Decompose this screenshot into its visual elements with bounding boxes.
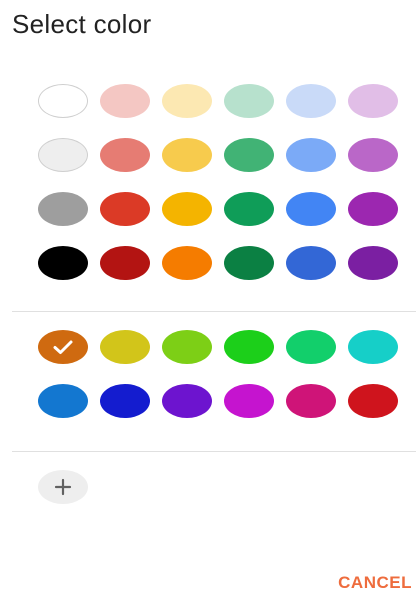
color-swatch[interactable] (162, 84, 212, 118)
select-color-dialog: Select color CANCEL (0, 0, 416, 594)
color-swatch[interactable] (348, 84, 398, 118)
plus-icon (54, 478, 72, 496)
color-swatch[interactable] (224, 84, 274, 118)
color-swatch[interactable] (224, 246, 274, 280)
color-swatch[interactable] (348, 192, 398, 226)
color-swatch[interactable] (162, 192, 212, 226)
dialog-title: Select color (12, 9, 152, 39)
color-swatch[interactable] (286, 84, 336, 118)
color-swatch[interactable] (224, 330, 274, 364)
color-swatch[interactable] (38, 246, 88, 280)
color-swatch[interactable] (162, 330, 212, 364)
color-swatch[interactable] (224, 192, 274, 226)
color-swatch[interactable] (224, 138, 274, 172)
color-swatch[interactable] (38, 192, 88, 226)
color-swatch[interactable] (286, 246, 336, 280)
color-swatch[interactable] (162, 246, 212, 280)
color-swatch[interactable] (38, 138, 88, 172)
color-swatch[interactable] (100, 384, 150, 418)
color-swatch[interactable] (286, 138, 336, 172)
custom-divider (12, 451, 416, 452)
color-swatch[interactable] (100, 246, 150, 280)
color-swatch[interactable] (348, 384, 398, 418)
color-swatch[interactable] (100, 330, 150, 364)
color-swatch-selected[interactable] (38, 330, 88, 364)
add-custom-color-button[interactable] (38, 470, 88, 504)
check-icon (38, 330, 88, 364)
custom-color-palette (38, 330, 402, 418)
color-swatch[interactable] (348, 330, 398, 364)
color-swatch[interactable] (348, 138, 398, 172)
color-swatch[interactable] (38, 84, 88, 118)
color-swatch[interactable] (286, 384, 336, 418)
color-swatch[interactable] (100, 192, 150, 226)
color-swatch[interactable] (162, 384, 212, 418)
color-swatch[interactable] (162, 138, 212, 172)
palette-divider (12, 311, 416, 312)
color-swatch[interactable] (286, 330, 336, 364)
cancel-button[interactable]: CANCEL (338, 572, 412, 594)
color-swatch[interactable] (100, 138, 150, 172)
color-swatch[interactable] (286, 192, 336, 226)
color-swatch[interactable] (38, 384, 88, 418)
preset-color-palette (38, 84, 402, 280)
color-swatch[interactable] (348, 246, 398, 280)
color-swatch[interactable] (100, 84, 150, 118)
color-swatch[interactable] (224, 384, 274, 418)
